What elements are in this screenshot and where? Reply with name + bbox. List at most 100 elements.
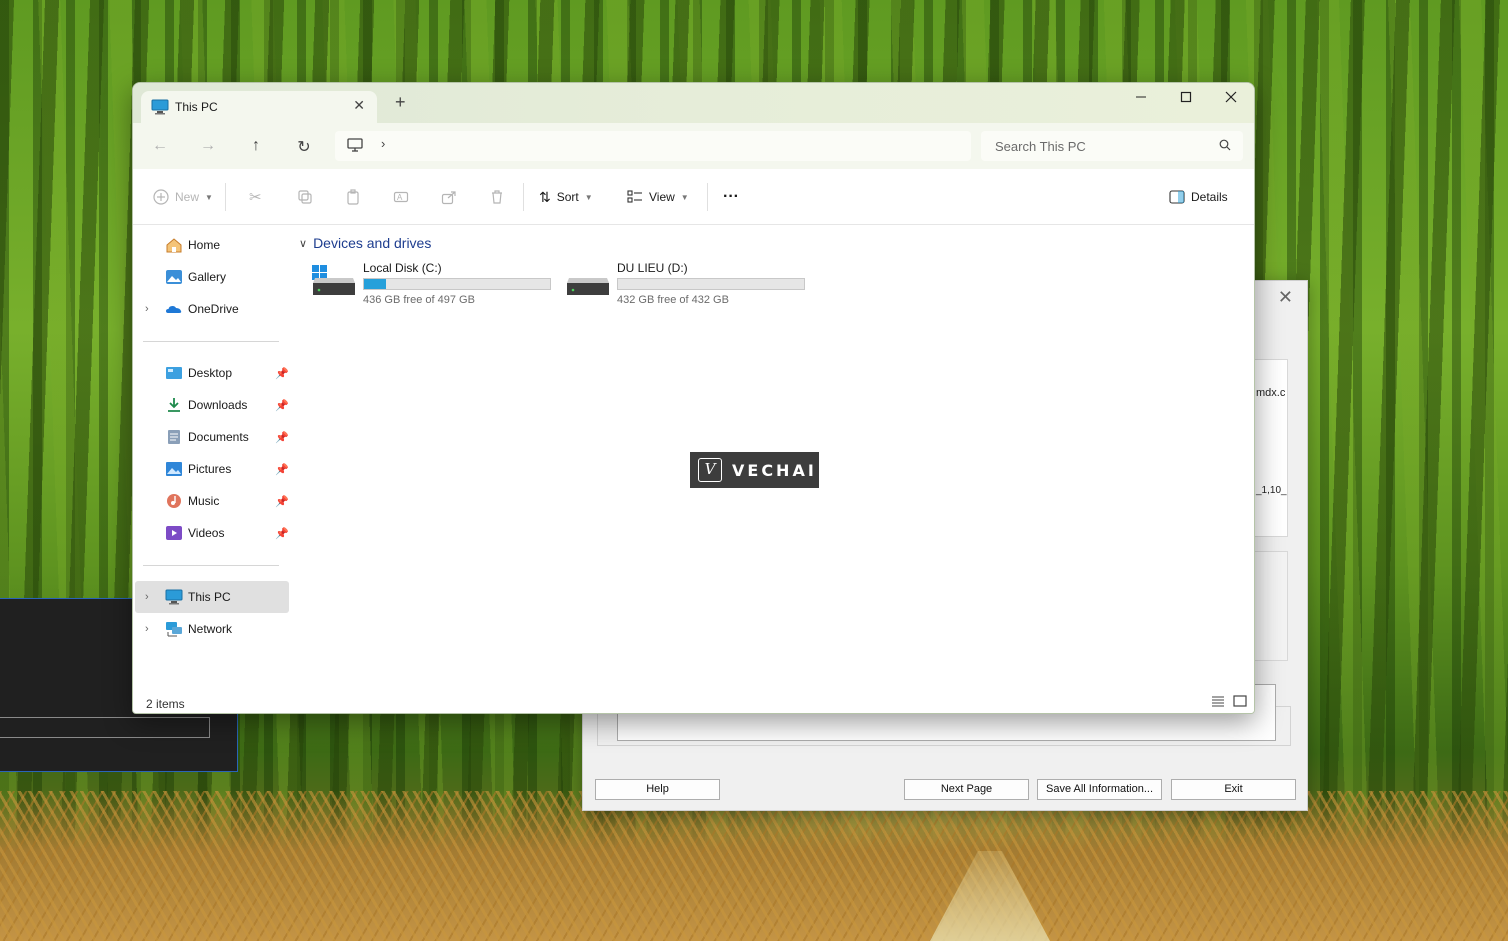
drive-icon bbox=[565, 265, 611, 304]
sidebar-label: Music bbox=[188, 494, 220, 508]
sidebar-item-downloads[interactable]: Downloads 📌 bbox=[135, 389, 289, 421]
close-window-icon[interactable] bbox=[1209, 87, 1253, 113]
back-arrow-icon[interactable]: ← bbox=[149, 137, 171, 157]
delete-button[interactable] bbox=[489, 187, 505, 207]
pin-icon[interactable]: 📌 bbox=[275, 399, 289, 412]
sidebar-item-network[interactable]: › Network bbox=[135, 613, 289, 645]
this-pc-icon bbox=[151, 99, 169, 118]
chevron-right-icon[interactable]: › bbox=[145, 623, 149, 635]
address-bar[interactable]: › bbox=[335, 131, 971, 161]
gallery-icon bbox=[165, 269, 183, 285]
sort-label: Sort bbox=[556, 190, 579, 204]
pictures-icon bbox=[165, 461, 183, 477]
rename-button[interactable]: A bbox=[393, 187, 409, 207]
new-label: New bbox=[175, 190, 200, 204]
chevron-down-icon: ▼ bbox=[205, 192, 213, 202]
sidebar-label: Gallery bbox=[188, 270, 227, 284]
plus-circle-icon bbox=[153, 189, 169, 205]
tab-title: This PC bbox=[175, 100, 218, 114]
pin-icon[interactable]: 📌 bbox=[275, 463, 289, 476]
pin-icon[interactable]: 📌 bbox=[275, 431, 289, 444]
view-label: View bbox=[649, 190, 675, 204]
console-input[interactable] bbox=[0, 717, 210, 738]
sort-button[interactable]: ⇅ Sort ▼ bbox=[539, 187, 593, 207]
dialog-text-line: _1,10_ bbox=[1256, 485, 1287, 496]
home-icon bbox=[165, 237, 183, 253]
drive-d[interactable]: DU LIEU (D:) 432 GB free of 432 GB bbox=[565, 261, 815, 311]
minimize-icon[interactable] bbox=[1119, 87, 1163, 113]
pin-icon[interactable]: 📌 bbox=[275, 367, 289, 380]
breadcrumb-chevron-icon[interactable]: › bbox=[381, 136, 385, 151]
chevron-right-icon[interactable]: › bbox=[145, 591, 149, 603]
drive-name: Local Disk (C:) bbox=[363, 261, 442, 275]
tab-close-icon[interactable]: ✕ bbox=[353, 97, 365, 114]
next-page-button[interactable]: Next Page bbox=[904, 779, 1029, 800]
forward-arrow-icon[interactable]: → bbox=[197, 137, 219, 157]
rename-icon: A bbox=[393, 191, 409, 203]
copy-button[interactable] bbox=[297, 187, 313, 207]
sidebar-item-pictures[interactable]: Pictures 📌 bbox=[135, 453, 289, 485]
search-icon[interactable] bbox=[1219, 139, 1231, 154]
dialog-text-line: mdx.c bbox=[1256, 387, 1286, 399]
large-icons-view-icon[interactable] bbox=[1233, 695, 1249, 711]
group-header-devices[interactable]: ∨ Devices and drives bbox=[299, 235, 431, 251]
pin-icon[interactable]: 📌 bbox=[275, 527, 289, 540]
more-options-icon[interactable]: ··· bbox=[723, 187, 739, 207]
drive-c[interactable]: Local Disk (C:) 436 GB free of 497 GB bbox=[311, 261, 561, 311]
up-arrow-icon[interactable]: ↑ bbox=[245, 137, 267, 157]
view-button[interactable]: View ▼ bbox=[627, 187, 689, 207]
search-input[interactable]: Search This PC bbox=[995, 139, 1086, 154]
sidebar-label: Pictures bbox=[188, 462, 232, 476]
cut-button[interactable]: ✂ bbox=[249, 187, 262, 207]
downloads-icon bbox=[165, 397, 183, 413]
sidebar-item-music[interactable]: Music 📌 bbox=[135, 485, 289, 517]
chevron-right-icon[interactable]: › bbox=[145, 303, 149, 315]
file-explorer-window[interactable]: This PC ✕ + ← → ↑ ↻ › Search This PC New… bbox=[132, 82, 1255, 714]
share-icon bbox=[441, 191, 456, 205]
tab-this-pc[interactable]: This PC ✕ bbox=[141, 91, 377, 123]
title-bar: This PC ✕ + bbox=[133, 83, 1254, 123]
drive-free-space: 436 GB free of 497 GB bbox=[363, 294, 475, 306]
search-box[interactable]: Search This PC bbox=[981, 131, 1243, 161]
sidebar-item-documents[interactable]: Documents 📌 bbox=[135, 421, 289, 453]
paste-button[interactable] bbox=[345, 187, 361, 207]
computer-icon bbox=[347, 137, 363, 156]
details-button[interactable]: Details bbox=[1169, 187, 1228, 207]
new-button[interactable]: New ▼ bbox=[153, 187, 213, 207]
onedrive-icon bbox=[165, 301, 183, 317]
sidebar-item-onedrive[interactable]: › OneDrive bbox=[135, 293, 289, 325]
sidebar-item-desktop[interactable]: Desktop 📌 bbox=[135, 357, 289, 389]
windows-drive-icon bbox=[311, 265, 357, 304]
sidebar-label: OneDrive bbox=[188, 302, 239, 316]
sidebar-item-videos[interactable]: Videos 📌 bbox=[135, 517, 289, 549]
sidebar-label: Videos bbox=[188, 526, 225, 540]
videos-icon bbox=[165, 525, 183, 541]
new-tab-icon[interactable]: + bbox=[395, 93, 406, 111]
help-button[interactable]: Help bbox=[595, 779, 720, 800]
drive-usage-bar bbox=[617, 278, 805, 290]
view-list-icon bbox=[627, 190, 642, 203]
save-all-information-button[interactable]: Save All Information... bbox=[1037, 779, 1162, 800]
share-button[interactable] bbox=[441, 187, 457, 207]
details-view-icon[interactable] bbox=[1211, 695, 1227, 711]
chevron-down-icon: ∨ bbox=[299, 237, 308, 250]
item-count: 2 items bbox=[146, 697, 185, 711]
command-bar: New ▼ ✂ A ⇅ Sort ▼ View ▼ ··· Details bbox=[133, 169, 1254, 225]
maximize-icon[interactable] bbox=[1164, 87, 1208, 113]
trash-icon bbox=[492, 190, 502, 204]
status-bar: 2 items bbox=[133, 685, 1254, 713]
desktop-wallpaper-ground bbox=[0, 791, 1508, 941]
network-icon bbox=[165, 621, 183, 637]
chevron-down-icon: ▼ bbox=[584, 192, 593, 202]
sidebar-item-home[interactable]: Home bbox=[135, 229, 289, 261]
sidebar-item-this-pc[interactable]: › This PC bbox=[135, 581, 289, 613]
sidebar-item-gallery[interactable]: Gallery bbox=[135, 261, 289, 293]
exit-button[interactable]: Exit bbox=[1171, 779, 1296, 800]
dialog-close-icon[interactable]: ✕ bbox=[1278, 287, 1293, 308]
scissors-icon: ✂ bbox=[249, 189, 262, 206]
pin-icon[interactable]: 📌 bbox=[275, 495, 289, 508]
refresh-icon[interactable]: ↻ bbox=[293, 137, 315, 157]
details-label: Details bbox=[1191, 190, 1228, 204]
documents-icon bbox=[165, 429, 183, 445]
clipboard-icon bbox=[347, 189, 359, 205]
